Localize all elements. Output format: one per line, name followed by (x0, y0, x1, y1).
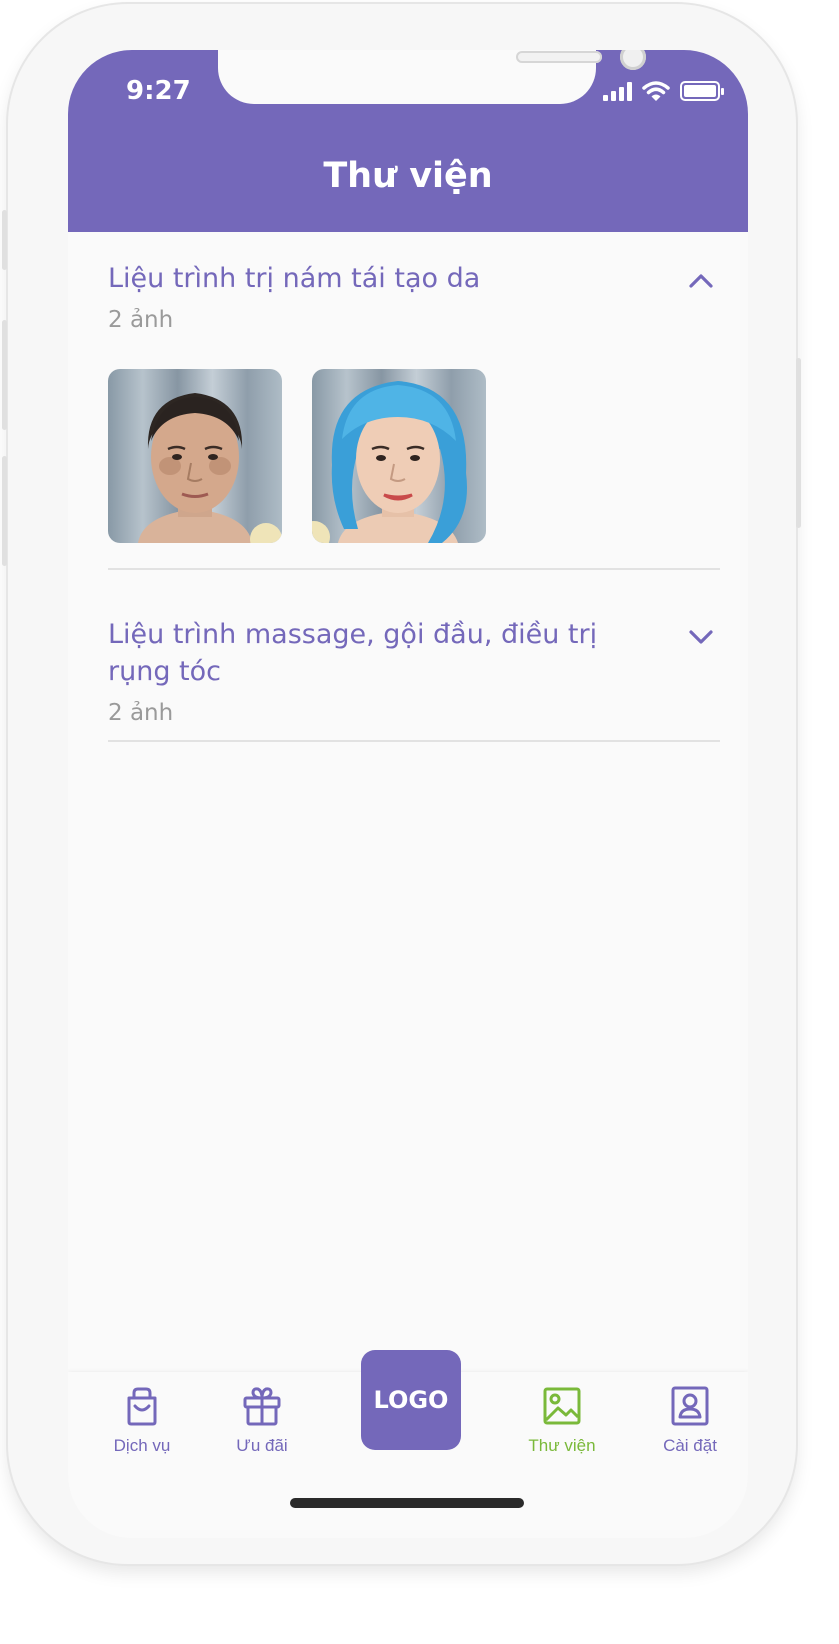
after-photo[interactable] (312, 369, 486, 543)
signal-icon (603, 81, 632, 101)
library-list: Liệu trình trị nám tái tạo da 2 ảnh Liệu… (108, 232, 720, 742)
wifi-icon (642, 81, 670, 101)
tab-dich-vu[interactable]: Dịch vụ (82, 1384, 202, 1456)
logo-button[interactable]: LOGO (361, 1350, 461, 1450)
tab-label: Cài đặt (663, 1436, 717, 1455)
page-title: Thư viện (323, 156, 493, 196)
album-section[interactable]: Liệu trình trị nám tái tạo da 2 ảnh (108, 232, 720, 570)
gift-icon (243, 1387, 281, 1426)
status-icons (603, 80, 724, 102)
shopping-bag-icon (127, 1387, 157, 1426)
image-icon (543, 1387, 581, 1425)
status-time: 9:27 (126, 76, 191, 106)
photo-gallery (108, 369, 720, 543)
phone-frame: 9:27 Thư viện Liệu trình trị nám tái tạo… (2, 4, 801, 1564)
before-photo[interactable] (108, 369, 282, 543)
home-indicator (290, 1498, 524, 1508)
notch (218, 50, 646, 104)
power-button (796, 358, 801, 528)
album-section[interactable]: Liệu trình massage, gội đầu, điều trị rụ… (108, 570, 720, 742)
header-bar: 9:27 Thư viện (68, 50, 748, 232)
album-title: Liệu trình massage, gội đầu, điều trị rụ… (108, 619, 598, 687)
tab-label: Thư viện (528, 1436, 596, 1455)
tab-thu-vien[interactable]: Thư viện (502, 1384, 622, 1456)
speaker (516, 51, 602, 63)
volume-down-button (2, 456, 7, 566)
tab-cai-dat[interactable]: Cài đặt (630, 1384, 748, 1456)
album-count: 2 ảnh (108, 700, 174, 726)
tab-uu-dai[interactable]: Ưu đãi (202, 1384, 322, 1456)
battery-icon (680, 81, 724, 101)
chevron-down-icon[interactable] (686, 622, 716, 652)
bottom-tab-bar: Dịch vụ Ưu đãi LOGO Thư viện Cài đặt (68, 1350, 748, 1538)
user-square-icon (671, 1386, 709, 1426)
screen: 9:27 Thư viện Liệu trình trị nám tái tạo… (68, 50, 748, 1538)
camera (620, 50, 646, 70)
tab-label: Dịch vụ (113, 1436, 171, 1455)
chevron-up-icon[interactable] (686, 266, 716, 296)
tab-label: Ưu đãi (236, 1436, 288, 1455)
volume-up-button (2, 320, 7, 430)
side-button (2, 210, 7, 270)
album-count: 2 ảnh (108, 307, 174, 333)
album-title: Liệu trình trị nám tái tạo da (108, 263, 481, 294)
